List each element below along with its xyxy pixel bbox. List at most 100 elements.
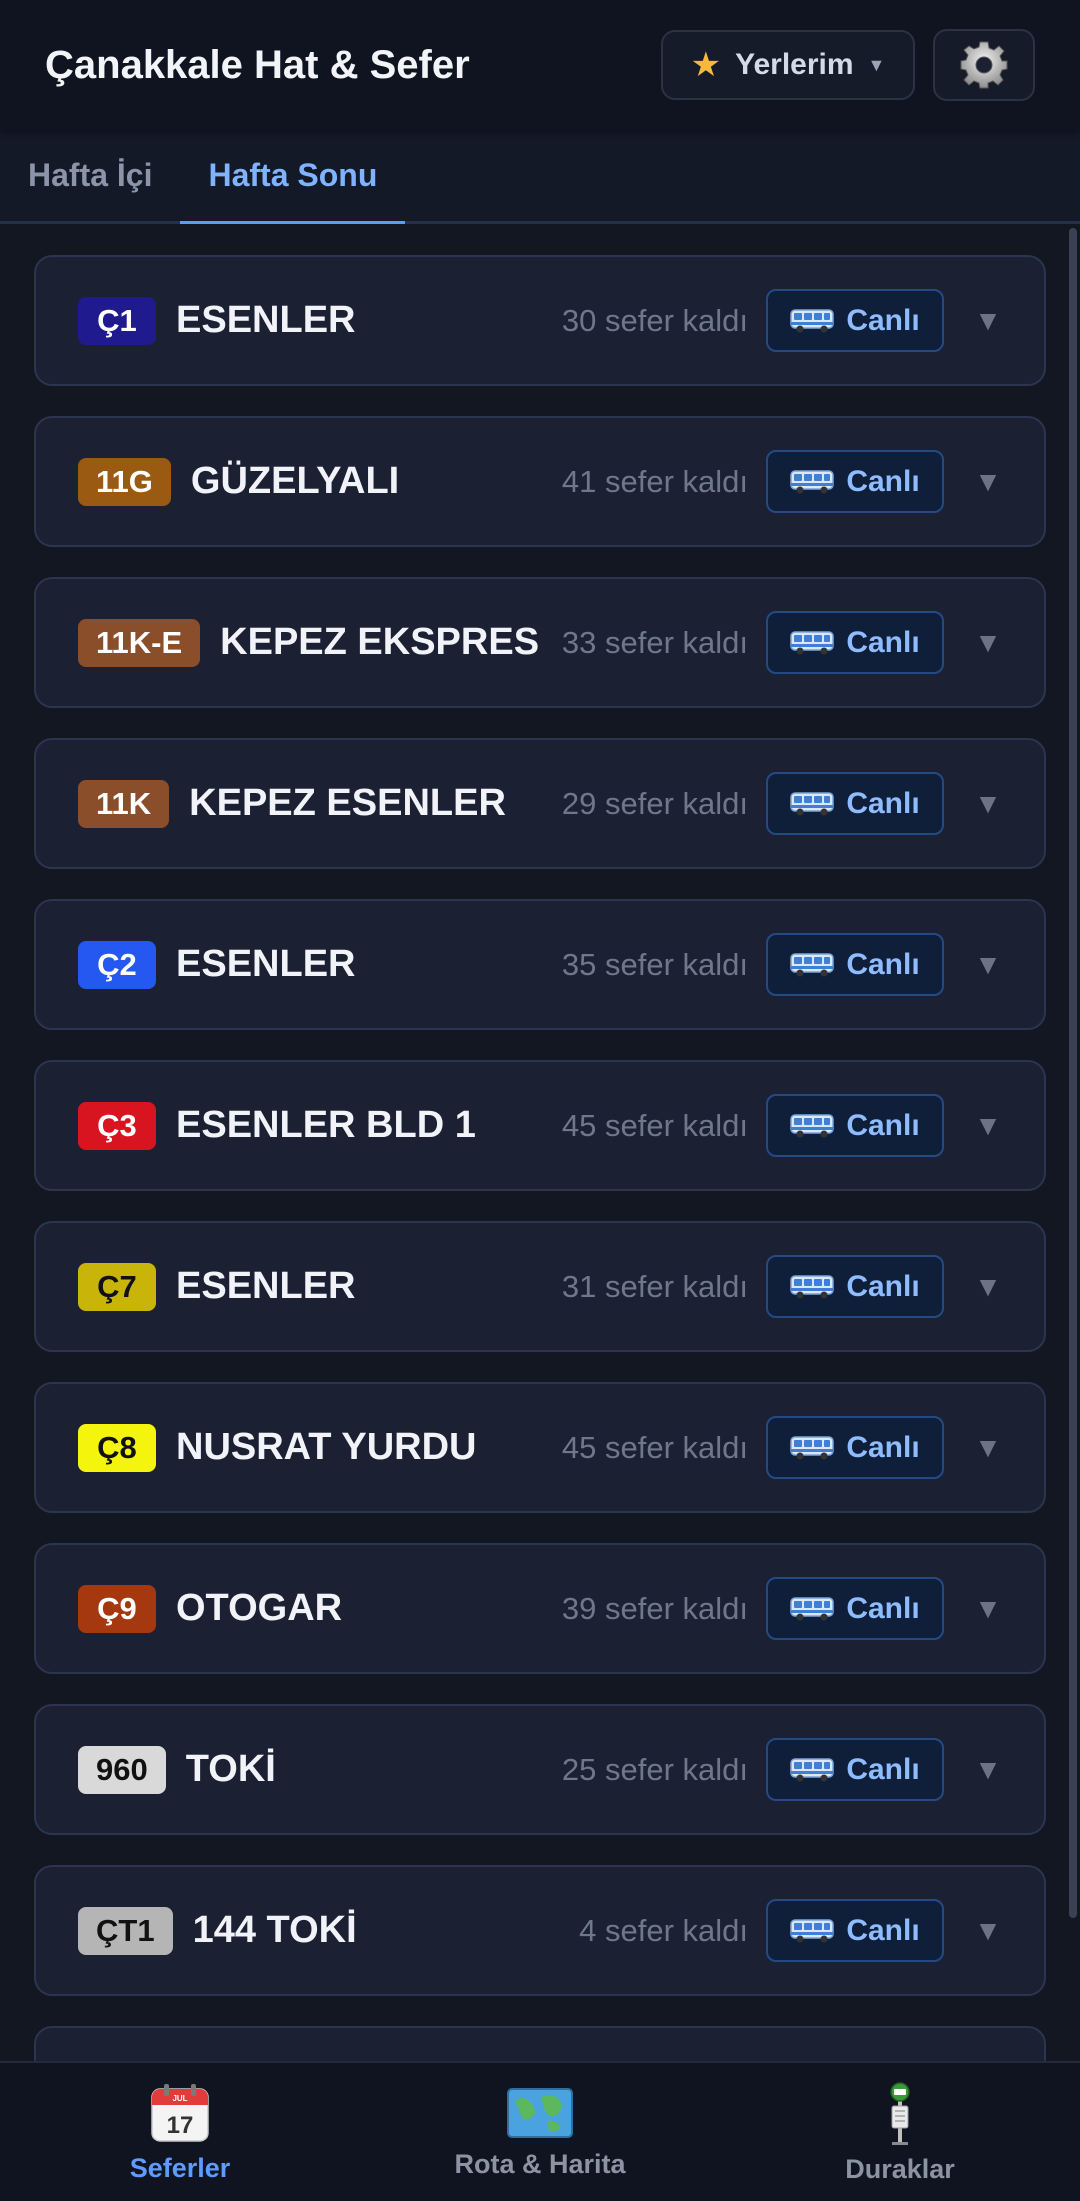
route-name: 144 TOKİ	[192, 1909, 357, 1951]
map-icon	[507, 2087, 573, 2138]
gear-icon	[960, 41, 1008, 89]
my-places-label: Yerlerim	[735, 48, 854, 81]
bus-icon	[790, 308, 835, 332]
live-label: Canlı	[846, 1108, 920, 1142]
route-card[interactable]	[34, 2026, 1046, 2061]
live-label: Canlı	[846, 303, 920, 337]
route-name: ESENLER BLD 1	[176, 1104, 476, 1146]
route-card[interactable]: 11G GÜZELYALI 41 sefer kaldı Canlı ▼	[34, 416, 1046, 547]
remaining-trips: 25 sefer kaldı	[561, 1751, 748, 1787]
route-code-badge: 11K	[78, 779, 170, 828]
remaining-trips: 39 sefer kaldı	[561, 1590, 748, 1626]
live-label: Canlı	[846, 464, 920, 498]
route-card[interactable]: 11K KEPEZ ESENLER 29 sefer kaldı Canlı ▼	[34, 738, 1046, 869]
route-code-badge: 11K-E	[78, 618, 201, 667]
live-tracking-button[interactable]: Canlı	[766, 1577, 944, 1640]
live-tracking-button[interactable]: Canlı	[766, 1094, 944, 1157]
live-label: Canlı	[846, 947, 920, 981]
route-name: KEPEZ ESENLER	[189, 782, 506, 824]
remaining-trips: 41 sefer kaldı	[561, 463, 748, 499]
route-card[interactable]: Ç3 ESENLER BLD 1 45 sefer kaldı Canlı ▼	[34, 1060, 1046, 1191]
route-card[interactable]: 11K-E KEPEZ EKSPRES 33 sefer kaldı Canlı ▼	[34, 577, 1046, 708]
route-name: ESENLER	[176, 299, 356, 341]
route-card[interactable]: Ç8 NUSRAT YURDU 45 sefer kaldı Canlı ▼	[34, 1382, 1046, 1513]
nav-label-stops: Duraklar	[845, 2153, 955, 2184]
route-card[interactable]: Ç7 ESENLER 31 sefer kaldı Canlı ▼	[34, 1221, 1046, 1352]
nav-label-trips: Seferler	[129, 2152, 231, 2183]
expand-chevron-icon[interactable]: ▼	[974, 1915, 1002, 1947]
remaining-trips: 45 sefer kaldı	[561, 1107, 748, 1143]
expand-chevron-icon[interactable]: ▼	[974, 305, 1002, 337]
chevron-down-icon: ▼	[867, 54, 886, 75]
live-label: Canlı	[846, 1430, 920, 1464]
route-list[interactable]: Ç1 ESENLER 30 sefer kaldı Canlı ▼ 11G GÜZELYAL…	[34, 255, 1046, 2061]
live-label: Canlı	[846, 625, 920, 659]
expand-chevron-icon[interactable]: ▼	[974, 1754, 1002, 1786]
bus-icon	[790, 1596, 835, 1620]
expand-chevron-icon[interactable]: ▼	[974, 788, 1002, 820]
expand-chevron-icon[interactable]: ▼	[974, 1593, 1002, 1625]
route-name: GÜZELYALI	[190, 460, 400, 502]
bus-stop-icon	[890, 2081, 910, 2145]
bus-icon	[790, 1274, 835, 1298]
live-tracking-button[interactable]: Canlı	[766, 1899, 944, 1962]
live-label: Canlı	[846, 1269, 920, 1303]
route-name: OTOGAR	[176, 1587, 343, 1629]
route-code-badge: Ç8	[78, 1423, 156, 1472]
live-tracking-button[interactable]: Canlı	[766, 1738, 944, 1801]
expand-chevron-icon[interactable]: ▼	[974, 627, 1002, 659]
route-code-badge: 960	[78, 1745, 166, 1794]
expand-chevron-icon[interactable]: ▼	[974, 1432, 1002, 1464]
expand-chevron-icon[interactable]: ▼	[974, 1110, 1002, 1142]
route-code-badge: Ç1	[78, 296, 156, 345]
remaining-trips: 29 sefer kaldı	[561, 785, 748, 821]
app-root: Çanakkale Hat & Sefer ★ Yerlerim ▼ Hafta…	[0, 0, 1080, 2201]
route-name: KEPEZ EKSPRES	[220, 621, 540, 663]
nav-item-trips[interactable]: JUL 17 Seferler	[0, 2063, 360, 2201]
route-card[interactable]: Ç9 OTOGAR 39 sefer kaldı Canlı ▼	[34, 1543, 1046, 1674]
app-header: Çanakkale Hat & Sefer ★ Yerlerim ▼	[0, 0, 1080, 130]
remaining-trips: 35 sefer kaldı	[561, 946, 748, 982]
remaining-trips: 45 sefer kaldı	[561, 1429, 748, 1465]
expand-chevron-icon[interactable]: ▼	[974, 949, 1002, 981]
live-label: Canlı	[846, 1591, 920, 1625]
expand-chevron-icon[interactable]: ▼	[974, 1271, 1002, 1303]
my-places-dropdown[interactable]: ★ Yerlerim ▼	[661, 30, 915, 100]
bus-icon	[790, 952, 835, 976]
live-tracking-button[interactable]: Canlı	[766, 1255, 944, 1318]
live-tracking-button[interactable]: Canlı	[766, 933, 944, 996]
star-icon: ★	[690, 46, 722, 84]
route-code-badge: Ç2	[78, 940, 156, 989]
remaining-trips: 4 sefer kaldı	[579, 1912, 748, 1948]
route-name: NUSRAT YURDU	[176, 1426, 477, 1468]
live-tracking-button[interactable]: Canlı	[766, 1416, 944, 1479]
route-name: ESENLER	[176, 943, 356, 985]
nav-item-route-map[interactable]: Rota & Harita	[360, 2063, 720, 2201]
bus-icon	[790, 469, 835, 493]
live-label: Canlı	[846, 1913, 920, 1947]
route-name: TOKİ	[185, 1748, 276, 1790]
bus-icon	[790, 1757, 835, 1781]
svg-text:JUL: JUL	[172, 2094, 187, 2103]
nav-item-stops[interactable]: Duraklar	[720, 2063, 1080, 2201]
route-card[interactable]: ÇT1 144 TOKİ 4 sefer kaldı Canlı ▼	[34, 1865, 1046, 1996]
remaining-trips: 30 sefer kaldı	[561, 302, 748, 338]
tab-weekend[interactable]: Hafta Sonu	[180, 130, 406, 224]
bus-icon	[790, 1435, 835, 1459]
expand-chevron-icon[interactable]: ▼	[974, 466, 1002, 498]
route-card[interactable]: 960 TOKİ 25 sefer kaldı Canlı ▼	[34, 1704, 1046, 1835]
route-card[interactable]: Ç2 ESENLER 35 sefer kaldı Canlı ▼	[34, 899, 1046, 1030]
settings-button[interactable]	[933, 29, 1035, 101]
scrollbar[interactable]	[1069, 228, 1077, 1918]
bus-icon	[790, 1918, 835, 1942]
live-tracking-button[interactable]: Canlı	[766, 450, 944, 513]
live-tracking-button[interactable]: Canlı	[766, 772, 944, 835]
route-code-badge: Ç7	[78, 1262, 156, 1311]
route-card[interactable]: Ç1 ESENLER 30 sefer kaldı Canlı ▼	[34, 255, 1046, 386]
live-tracking-button[interactable]: Canlı	[766, 611, 944, 674]
bus-icon	[790, 630, 835, 654]
live-tracking-button[interactable]: Canlı	[766, 289, 944, 352]
tab-weekdays[interactable]: Hafta İçi	[0, 130, 180, 221]
calendar-icon: JUL 17	[151, 2083, 209, 2142]
remaining-trips: 33 sefer kaldı	[561, 624, 748, 660]
